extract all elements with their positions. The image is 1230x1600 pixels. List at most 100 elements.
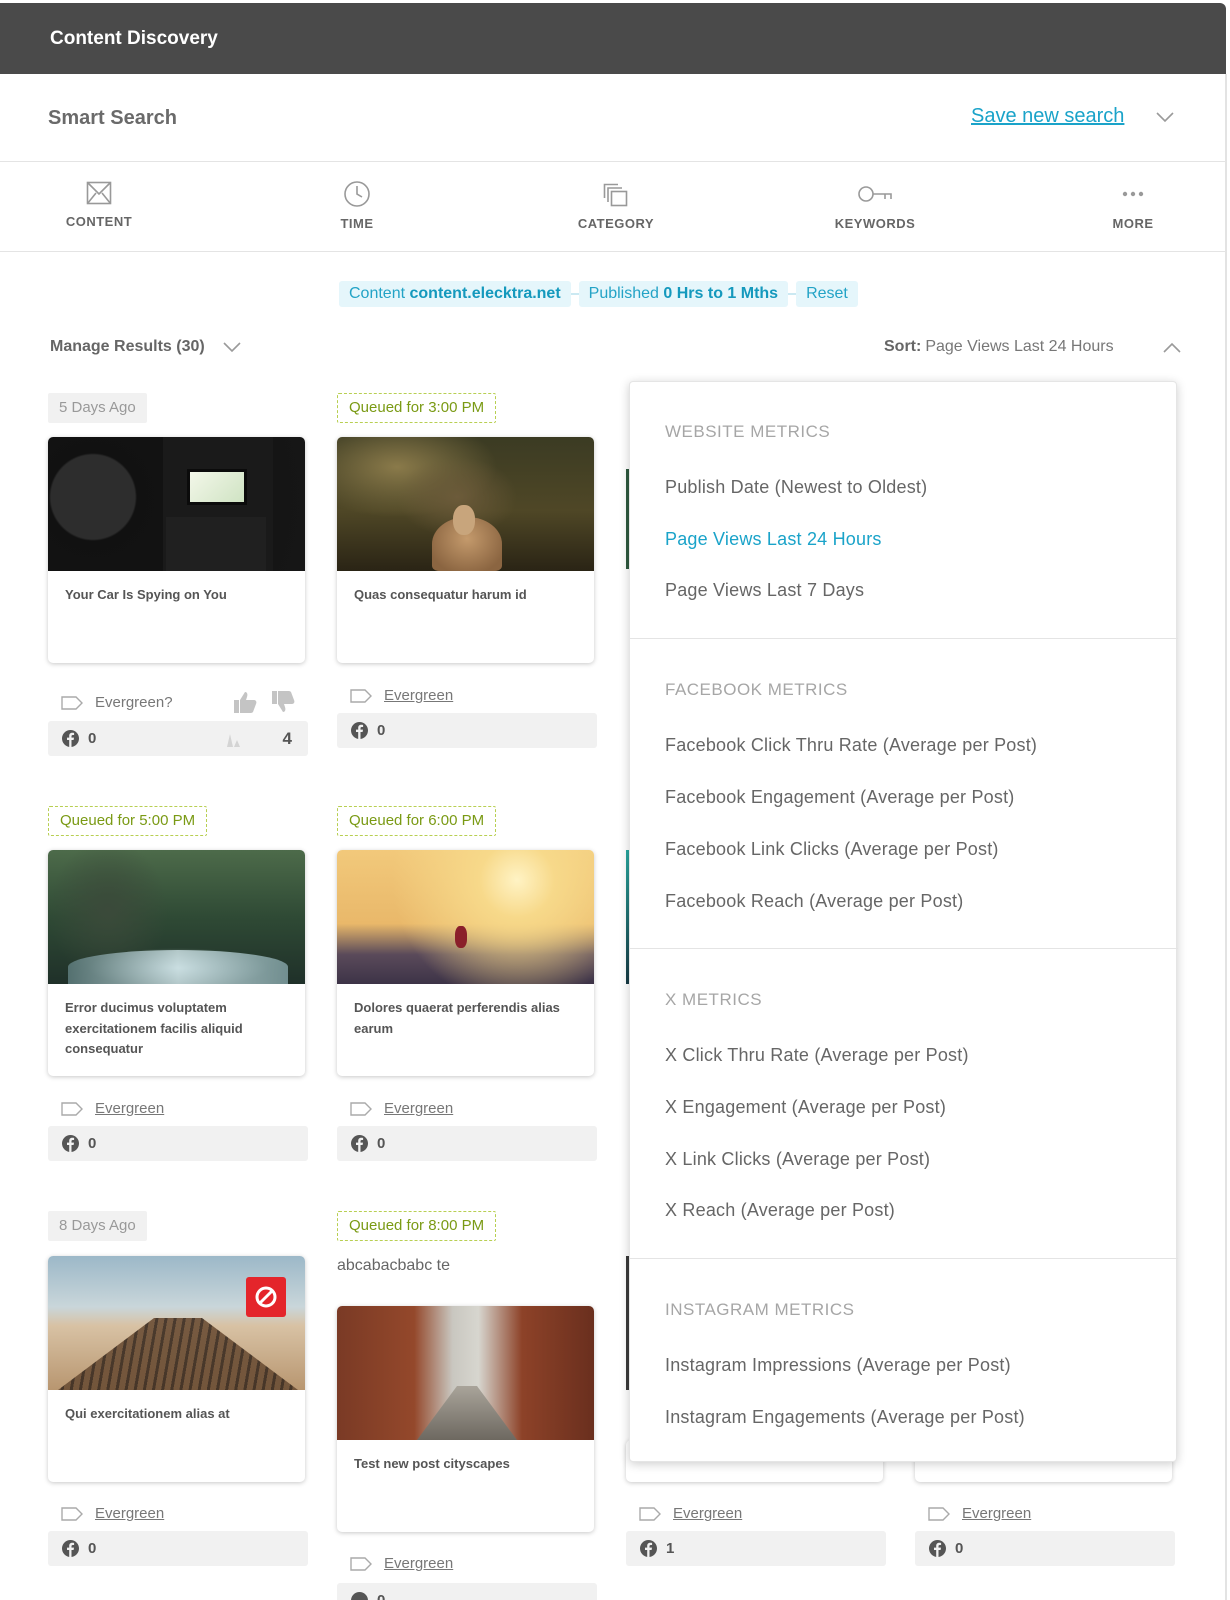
content-card[interactable]: Test new post cityscapes	[337, 1306, 594, 1532]
metric-value: 4	[282, 729, 292, 748]
evergreen-link[interactable]: Evergreen	[673, 1505, 742, 1522]
evergreen-link[interactable]: Evergreen	[95, 1100, 164, 1117]
smart-search-label: Smart Search	[48, 107, 177, 129]
evergreen-link[interactable]: Evergreen	[384, 1555, 453, 1572]
card-title: Quas consequatur harum id	[354, 587, 527, 602]
chip-separator	[788, 293, 797, 295]
card-stats: 0	[337, 713, 597, 748]
facebook-count: 0	[88, 1135, 97, 1152]
card-image	[48, 850, 305, 984]
manage-results-label: Manage Results (30)	[50, 338, 205, 355]
chevron-down-icon[interactable]	[1156, 110, 1174, 124]
facebook-count: 0	[377, 722, 386, 739]
filter-content-label: CONTENT	[65, 214, 133, 229]
evergreen-link[interactable]: Evergreen	[384, 687, 453, 704]
card-image	[337, 850, 594, 984]
sort-option[interactable]: X Link Clicks (Average per Post)	[665, 1149, 930, 1170]
sort-option[interactable]: X Engagement (Average per Post)	[665, 1097, 946, 1118]
content-card[interactable]: Error ducimus voluptatem exercitationem …	[48, 850, 305, 1076]
facebook-count: 1	[666, 1540, 675, 1557]
smart-search-bar: Smart Search Save new search	[0, 74, 1226, 162]
facebook-count: 0	[377, 1135, 386, 1152]
facebook-metrics-heading: FACEBOOK METRICS	[665, 680, 848, 699]
chip-content[interactable]: Content content.elecktra.net	[339, 281, 571, 307]
active-filter-chips: Content content.elecktra.net Published 0…	[339, 281, 858, 307]
sort-option[interactable]: X Click Thru Rate (Average per Post)	[665, 1045, 969, 1066]
filter-category[interactable]: CATEGORY	[546, 180, 686, 231]
website-metrics-heading: WEBSITE METRICS	[665, 422, 831, 441]
category-stack-icon	[603, 183, 628, 207]
manage-results-dropdown[interactable]: Manage Results (30)	[50, 338, 241, 356]
card-image	[48, 437, 305, 571]
filter-more[interactable]: MORE	[1063, 180, 1203, 231]
card-stats: 0	[48, 1126, 308, 1161]
filter-content[interactable]: CONTENT	[29, 180, 169, 229]
card-stats: 0	[915, 1531, 1175, 1566]
sort-dropdown[interactable]: Sort: Page Views Last 24 Hours	[884, 338, 1181, 356]
app-title: Content Discovery	[50, 28, 218, 49]
clock-icon	[344, 181, 370, 207]
facebook-count: 0	[88, 1540, 97, 1557]
water-shape	[68, 950, 288, 984]
chip-published-prefix: Published	[588, 285, 659, 302]
save-new-search-link[interactable]: Save new search	[971, 105, 1124, 128]
mail-box-icon	[86, 181, 112, 205]
card-title: Dolores quaerat perferendis alias earum	[354, 1000, 560, 1036]
key-icon	[858, 186, 892, 202]
card-title: Qui exercitationem alias at	[65, 1406, 230, 1421]
facebook-icon	[929, 1540, 946, 1557]
reset-filters-button[interactable]: Reset	[796, 281, 858, 307]
evergreen-link[interactable]: Evergreen	[384, 1100, 453, 1117]
sort-option[interactable]: Facebook Engagement (Average per Post)	[665, 787, 1014, 808]
sort-option[interactable]: Facebook Reach (Average per Post)	[665, 891, 963, 912]
evergreen-link[interactable]: Evergreen	[962, 1505, 1031, 1522]
evergreen-tag-row: Evergreen?	[61, 693, 173, 713]
sort-option-selected[interactable]: Page Views Last 24 Hours	[665, 529, 882, 550]
car-dash-shape	[166, 517, 266, 571]
sort-option[interactable]: Facebook Click Thru Rate (Average per Po…	[665, 735, 1037, 756]
thumbs-down-icon[interactable]	[270, 690, 296, 714]
sort-option[interactable]: Publish Date (Newest to Oldest)	[665, 477, 927, 498]
sort-option[interactable]: Facebook Link Clicks (Average per Post)	[665, 839, 999, 860]
content-card[interactable]: Quas consequatur harum id	[337, 437, 594, 663]
chip-content-value: content.elecktra.net	[409, 285, 561, 302]
sort-option[interactable]: Page Views Last 7 Days	[665, 580, 864, 601]
evergreen-link[interactable]: Evergreen	[95, 1505, 164, 1522]
content-card[interactable]: Qui exercitationem alias at	[48, 1256, 305, 1482]
evergreen-tag-row: Evergreen	[350, 1099, 453, 1119]
card-time-badge: Queued for 5:00 PM	[48, 806, 208, 836]
evergreen-tag-row: Evergreen	[639, 1504, 742, 1524]
filter-keywords[interactable]: KEYWORDS	[805, 180, 945, 231]
sort-option[interactable]: Instagram Impressions (Average per Post)	[665, 1355, 1011, 1376]
more-dots-icon	[1122, 191, 1144, 197]
facebook-count: 0	[955, 1540, 964, 1557]
facebook-icon	[351, 1135, 368, 1152]
card-stats: 0	[337, 1583, 597, 1600]
tag-icon	[350, 1102, 372, 1116]
card-image	[48, 1256, 305, 1390]
pier-shape	[58, 1318, 298, 1390]
deer-head-shape	[453, 505, 475, 535]
rating-buttons	[232, 690, 296, 719]
tag-icon	[61, 1102, 83, 1116]
tag-icon	[928, 1507, 950, 1521]
facebook-count: 0	[377, 1592, 385, 1600]
card-stats: 1	[626, 1531, 886, 1566]
card-time-badge: 5 Days Ago	[48, 393, 147, 423]
evergreen-tag-row: Evergreen	[61, 1099, 164, 1119]
sort-label: Sort:	[884, 338, 922, 355]
sort-option[interactable]: Instagram Engagements (Average per Post)	[665, 1407, 1025, 1428]
content-card[interactable]: Dolores quaerat perferendis alias earum	[337, 850, 594, 1076]
thumbs-up-icon[interactable]	[232, 690, 258, 714]
blocked-icon	[255, 1286, 277, 1308]
blocked-badge[interactable]	[246, 1277, 286, 1317]
facebook-icon	[62, 1540, 79, 1557]
bar-chart-icon	[227, 734, 240, 747]
sort-option[interactable]: X Reach (Average per Post)	[665, 1200, 895, 1221]
x-metrics-heading: X METRICS	[665, 990, 763, 1009]
chip-published[interactable]: Published 0 Hrs to 1 Mths	[578, 281, 789, 307]
content-card[interactable]: Your Car Is Spying on You	[48, 437, 305, 663]
chip-published-value: 0 Hrs to 1 Mths	[663, 285, 779, 302]
tag-icon	[61, 696, 83, 710]
filter-time[interactable]: TIME	[287, 180, 427, 231]
